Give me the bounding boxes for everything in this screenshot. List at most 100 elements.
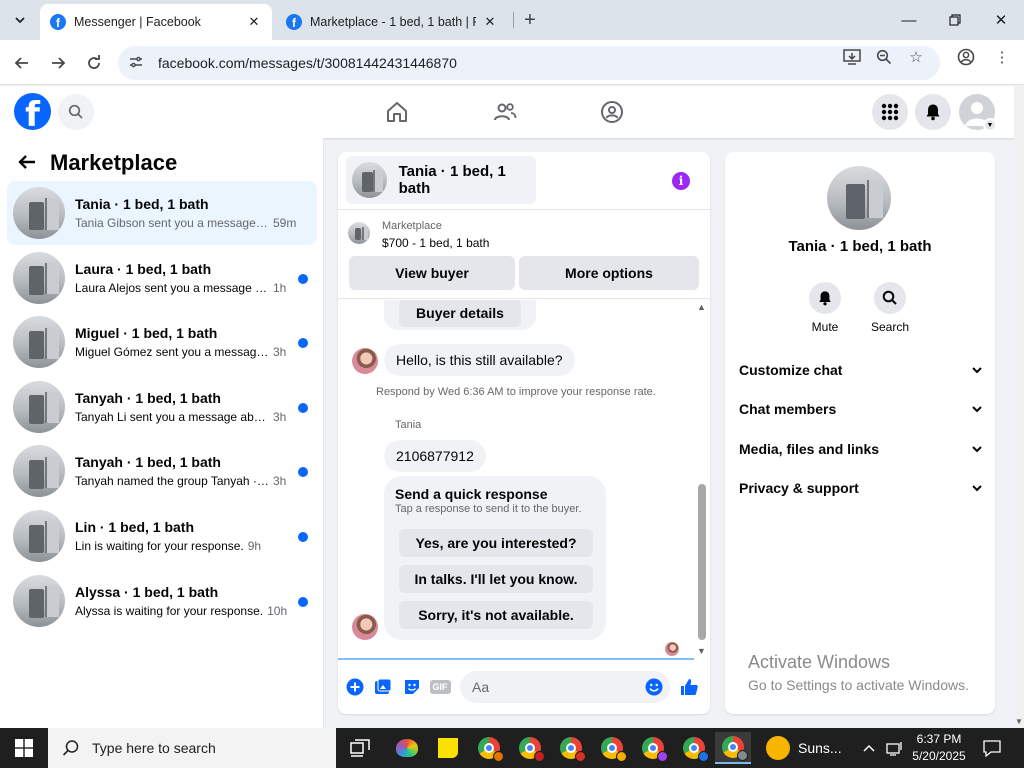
conversation-item[interactable]: Tanyah · 1 bed, 1 bath Tanyah named the g… — [7, 439, 317, 503]
customize-chat-section[interactable]: Customize chat — [739, 356, 983, 384]
mute-button[interactable]: Mute — [795, 282, 855, 334]
groups-nav-button[interactable] — [596, 96, 628, 128]
sticker-icon[interactable] — [402, 677, 422, 697]
conversation-item[interactable]: Lin · 1 bed, 1 bath Lin is waiting for yo… — [7, 504, 317, 568]
buyer-details-button[interactable]: Buyer details — [399, 300, 521, 327]
conversation-item[interactable]: Alyssa · 1 bed, 1 bath Alyssa is waiting … — [7, 569, 317, 633]
chat-header[interactable]: Tania · 1 bed, 1 bath — [346, 156, 536, 204]
thread-scrollbar[interactable]: ▲ ▼ — [694, 300, 710, 656]
profile-icon[interactable] — [957, 48, 975, 66]
close-tab-icon[interactable]: ✕ — [482, 14, 498, 30]
facebook-search-button[interactable] — [58, 94, 94, 130]
sender-avatar[interactable] — [352, 614, 378, 640]
chrome-button[interactable] — [676, 732, 712, 764]
menu-button[interactable] — [872, 94, 908, 130]
home-nav-button[interactable] — [381, 96, 413, 128]
page-scrollbar[interactable]: ▼ — [1014, 86, 1024, 728]
chrome-button[interactable] — [594, 732, 630, 764]
chrome-button[interactable] — [553, 732, 589, 764]
search-in-chat-button[interactable]: Search — [860, 282, 920, 334]
info-icon[interactable]: i — [672, 172, 690, 190]
facebook-logo[interactable]: f — [14, 93, 51, 130]
chrome-button[interactable] — [635, 732, 671, 764]
sticky-notes-button[interactable] — [430, 732, 466, 764]
system-clock[interactable]: 6:37 PM 5/20/2025 — [908, 731, 970, 765]
paint-app-button[interactable] — [389, 732, 425, 764]
photo-icon[interactable] — [373, 677, 393, 697]
bookmark-star-icon[interactable]: ☆ — [907, 48, 925, 66]
tab-messenger[interactable]: f Messenger | Facebook ✕ — [40, 4, 272, 40]
listing-thumbnail — [352, 162, 387, 198]
panel-header: Marketplace — [18, 150, 177, 176]
install-app-icon[interactable] — [843, 48, 861, 66]
tab-search-button[interactable] — [8, 8, 32, 32]
forward-button[interactable] — [44, 49, 72, 77]
conversation-item[interactable]: Tanyah · 1 bed, 1 bath Tanyah Li sent you… — [7, 375, 317, 439]
message-composer: GIF Aa — [338, 662, 710, 714]
minimize-button[interactable]: — — [886, 0, 932, 40]
close-window-button[interactable]: ✕ — [978, 0, 1024, 40]
media-files-section[interactable]: Media, files and links — [739, 435, 983, 463]
account-avatar-button[interactable]: ▼ — [959, 94, 997, 132]
restore-button[interactable] — [932, 0, 978, 40]
more-options-button[interactable]: More options — [519, 256, 699, 290]
conversation-time: 3h — [273, 474, 287, 489]
conversation-item[interactable]: Miguel · 1 bed, 1 bath Miguel Gómez sent … — [7, 310, 317, 374]
plus-icon[interactable] — [345, 677, 365, 697]
chrome-button-active[interactable] — [715, 732, 751, 764]
kebab-menu-icon[interactable]: ⋮ — [993, 48, 1011, 66]
scrollbar-thumb[interactable] — [698, 484, 706, 640]
scroll-down-icon[interactable]: ▼ — [697, 646, 706, 656]
tray-overflow-button[interactable] — [862, 728, 876, 768]
unread-dot-icon — [298, 467, 308, 478]
taskbar-search-box[interactable]: Type here to search — [48, 728, 336, 768]
scroll-down-icon[interactable]: ▼ — [1015, 717, 1023, 726]
notification-center-button[interactable] — [980, 736, 1004, 760]
tab-title: Messenger | Facebook — [74, 15, 201, 29]
listing-card: Marketplace $700 - 1 bed, 1 bath View bu… — [338, 209, 710, 299]
back-button[interactable] — [8, 49, 36, 77]
message-input[interactable]: Aa — [460, 671, 670, 703]
start-button[interactable] — [0, 728, 48, 768]
conversation-item[interactable]: Laura · 1 bed, 1 bath Laura Alejos sent y… — [7, 246, 317, 310]
like-thumb-icon[interactable] — [679, 677, 699, 697]
friends-nav-button[interactable] — [489, 96, 521, 128]
conversation-meta: Tanyah · 1 bed, 1 bath Tanyah Li sent you… — [75, 390, 297, 424]
quick-reply-button[interactable]: Sorry, it's not available. — [399, 601, 593, 629]
sender-avatar[interactable] — [352, 348, 378, 374]
tab-marketplace[interactable]: f Marketplace - 1 bed, 1 bath | Fa ✕ — [276, 4, 508, 40]
quick-reply-button[interactable]: Yes, are you interested? — [399, 529, 593, 557]
conversation-time: 3h — [273, 409, 287, 424]
network-button[interactable] — [886, 728, 904, 768]
address-bar[interactable]: facebook.com/messages/t/3008144243144687… — [118, 46, 940, 80]
weather-widget[interactable]: Suns... — [766, 728, 842, 768]
conversation-snippet: Tania Gibson sent you a message ab... — [75, 216, 269, 230]
zoom-icon[interactable] — [875, 48, 893, 66]
back-arrow-icon[interactable] — [18, 150, 36, 176]
view-buyer-button[interactable]: View buyer — [349, 256, 515, 290]
close-tab-icon[interactable]: ✕ — [246, 14, 262, 30]
conversation-name: Tanyah · 1 bed, 1 bath — [75, 454, 221, 471]
privacy-support-section[interactable]: Privacy & support — [739, 474, 983, 502]
search-label: Search — [870, 320, 910, 334]
conversation-name: Lin · 1 bed, 1 bath — [75, 519, 195, 535]
conversation-name: Alyssa · 1 bed, 1 bath — [75, 583, 219, 600]
message-bubble: 2106877912 — [384, 440, 486, 472]
scroll-up-icon[interactable]: ▲ — [697, 302, 706, 312]
new-tab-button[interactable]: + — [518, 8, 542, 32]
reload-button[interactable] — [80, 49, 108, 77]
emoji-icon[interactable] — [644, 677, 664, 697]
chevron-down-icon — [972, 406, 982, 413]
chrome-button[interactable] — [471, 732, 507, 764]
chrome-icon — [478, 737, 504, 762]
conversation-snippet: Tanyah Li sent you a message abo... — [75, 409, 269, 424]
gif-icon[interactable]: GIF — [429, 677, 451, 697]
notifications-button[interactable] — [915, 94, 951, 130]
task-view-button[interactable] — [342, 732, 378, 764]
site-info-icon[interactable] — [128, 54, 148, 73]
notification-icon — [983, 740, 1001, 757]
conversation-item[interactable]: Tania · 1 bed, 1 bath Tania Gibson sent y… — [7, 181, 317, 245]
chat-members-section[interactable]: Chat members — [739, 395, 983, 423]
chrome-button[interactable] — [512, 732, 548, 764]
quick-reply-button[interactable]: In talks. I'll let you know. — [399, 565, 593, 593]
